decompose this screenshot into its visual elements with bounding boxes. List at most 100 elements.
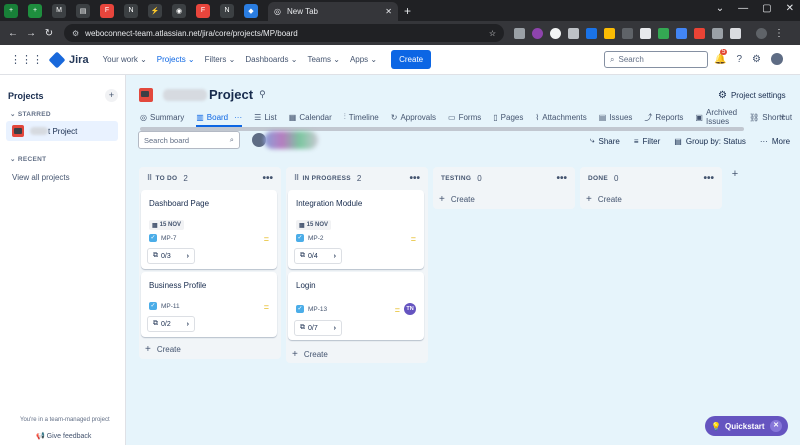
chevron-down-icon[interactable]: ⌄ xyxy=(716,3,724,14)
tab-forms[interactable]: ▭ Forms xyxy=(448,109,481,125)
gear-icon[interactable]: ⚙ xyxy=(752,54,761,65)
recent-section-header[interactable]: ⌄ RECENT xyxy=(10,155,46,163)
quickstart-button[interactable]: 💡 Quickstart ✕ xyxy=(705,416,788,436)
group-by-button[interactable]: ▤ Group by: Status xyxy=(674,137,746,146)
pinned-tab-n[interactable]: N xyxy=(124,3,138,18)
pin-icon[interactable]: ⚲ xyxy=(259,89,266,100)
minimize-icon[interactable]: — xyxy=(738,3,748,14)
subtasks-button[interactable]: ⧉ 0/7 › xyxy=(294,320,342,336)
extension-icon[interactable] xyxy=(712,27,723,39)
starred-section-header[interactable]: ⌄ STARRED xyxy=(10,110,51,118)
assignee-avatar[interactable]: TN xyxy=(404,303,416,315)
tab-archived-issues[interactable]: ▣ Archived Issues xyxy=(695,108,737,126)
pinned-tab-chrome[interactable]: ◉ xyxy=(172,3,186,18)
pinned-tab-app[interactable]: F xyxy=(100,3,114,18)
extension-icon[interactable] xyxy=(676,27,687,39)
create-issue-button[interactable]: + Create xyxy=(145,344,181,355)
close-tab-icon[interactable]: ✕ xyxy=(385,7,392,16)
tab-list[interactable]: ☰ List xyxy=(254,109,277,125)
pinned-tab-sheets-2[interactable]: + xyxy=(28,3,42,18)
new-tab-button[interactable]: + xyxy=(404,4,411,18)
issue-key[interactable]: ✓ MP-11 xyxy=(149,302,180,310)
reload-icon[interactable]: ↻ xyxy=(42,28,56,39)
app-switcher-icon[interactable]: ⋮⋮⋮ xyxy=(10,53,43,66)
column-menu-icon[interactable]: ••• xyxy=(703,173,714,184)
profile-avatar[interactable] xyxy=(756,27,767,39)
subtasks-button[interactable]: ⧉ 0/3 › xyxy=(147,248,195,264)
view-all-projects-link[interactable]: View all projects xyxy=(12,173,70,182)
url-bar[interactable]: ⚙ weboconnect-team.atlassian.net/jira/co… xyxy=(64,24,504,42)
extensions-puzzle-icon[interactable] xyxy=(730,27,741,39)
issue-card[interactable]: Integration Module ▦ 15 NOV ✓ MP-2 = ⧉ 0/4 › xyxy=(288,190,424,269)
extension-icon[interactable] xyxy=(550,27,561,39)
sidebar-item-starred-project[interactable]: t Project xyxy=(6,121,118,141)
subtasks-button[interactable]: ⧉ 0/2 › xyxy=(147,316,195,332)
extension-icon[interactable] xyxy=(532,27,543,39)
bookmark-star-icon[interactable]: ☆ xyxy=(489,29,496,38)
subtasks-button[interactable]: ⧉ 0/4 › xyxy=(294,248,342,264)
column-menu-icon[interactable]: ••• xyxy=(262,173,273,184)
active-browser-tab[interactable]: ◎ New Tab ✕ xyxy=(268,2,398,21)
extension-icon[interactable] xyxy=(658,27,669,39)
nav-apps[interactable]: Apps ⌄ xyxy=(350,55,377,64)
nav-filters[interactable]: Filters ⌄ xyxy=(205,55,236,64)
column-header[interactable]: ⠿ TO DO 2 ••• xyxy=(139,167,281,189)
member-avatars[interactable] xyxy=(250,131,318,149)
tab-reports[interactable]: ⤴ Reports xyxy=(644,109,683,125)
pinned-tab-bolt[interactable]: ⚡ xyxy=(148,3,162,18)
issue-key[interactable]: ✓ MP-13 xyxy=(296,305,327,313)
project-settings-button[interactable]: ⚙ Project settings xyxy=(718,90,786,101)
extension-icon[interactable] xyxy=(586,27,597,39)
pinned-tab-figma[interactable]: M xyxy=(52,3,66,18)
issue-key[interactable]: ✓ MP-7 xyxy=(149,234,177,242)
create-button[interactable]: Create xyxy=(391,50,432,69)
tab-more-icon[interactable]: ··· xyxy=(234,113,242,122)
tab-issues[interactable]: ▤ Issues xyxy=(599,109,633,125)
user-avatar[interactable] xyxy=(770,53,783,65)
nav-teams[interactable]: Teams ⌄ xyxy=(307,55,340,64)
issue-key[interactable]: ✓ MP-2 xyxy=(296,234,324,242)
tab-attachments[interactable]: ⌇ Attachments xyxy=(535,109,586,125)
browser-menu-icon[interactable]: ⋮ xyxy=(774,28,784,39)
drag-handle-icon[interactable]: ⠿ xyxy=(294,174,299,182)
add-tab-icon[interactable]: + xyxy=(780,109,786,125)
extension-icon[interactable] xyxy=(622,27,633,39)
column-menu-icon[interactable]: ••• xyxy=(409,173,420,184)
add-project-button[interactable]: + xyxy=(105,89,118,102)
close-window-icon[interactable]: ✕ xyxy=(786,3,794,14)
nav-projects[interactable]: Projects ⌄ xyxy=(157,55,195,64)
close-icon[interactable]: ✕ xyxy=(770,420,782,432)
pinned-tab-app-2[interactable]: F xyxy=(196,3,210,18)
add-column-button[interactable]: + xyxy=(728,168,742,182)
pinned-tab-n-2[interactable]: N xyxy=(220,3,234,18)
jira-logo[interactable]: Jira xyxy=(48,51,89,68)
issue-card[interactable]: Dashboard Page ▦ 15 NOV ✓ MP-7 = ⧉ 0/3 › xyxy=(141,190,277,269)
issue-card[interactable]: Business Profile ✓ MP-11 = ⧉ 0/2 › xyxy=(141,272,277,337)
extension-icon[interactable] xyxy=(640,27,651,39)
column-header[interactable]: DONE 0 ••• xyxy=(580,167,722,189)
nav-your-work[interactable]: Your work ⌄ xyxy=(103,55,147,64)
share-button[interactable]: ⤷ Share xyxy=(590,136,620,146)
pinned-tab-jira[interactable]: ◆ xyxy=(244,3,258,18)
extension-icon[interactable] xyxy=(604,27,615,39)
create-issue-button[interactable]: + Create xyxy=(292,349,328,360)
forward-icon[interactable]: → xyxy=(24,28,38,39)
help-icon[interactable]: ? xyxy=(736,54,742,65)
extension-icon[interactable] xyxy=(694,27,705,39)
site-info-icon[interactable]: ⚙ xyxy=(72,29,79,38)
pinned-tab-image[interactable]: ▤ xyxy=(76,3,90,18)
tab-board[interactable]: ▥ Board ··· xyxy=(196,109,242,127)
search-input[interactable]: ⌕ Search xyxy=(604,51,708,68)
tab-calendar[interactable]: ▦ Calendar xyxy=(289,109,332,125)
filter-button[interactable]: ≡ Filter xyxy=(634,137,660,146)
nav-dashboards[interactable]: Dashboards ⌄ xyxy=(245,55,297,64)
board-search-input[interactable]: Search board ⌕ xyxy=(138,131,240,149)
extension-icon[interactable] xyxy=(514,27,525,39)
more-button[interactable]: ··· More xyxy=(760,137,790,146)
column-menu-icon[interactable]: ••• xyxy=(556,173,567,184)
column-header[interactable]: ⠿ IN PROGRESS 2 ••• xyxy=(286,167,428,189)
tab-summary[interactable]: ◎ Summary xyxy=(140,109,184,125)
pinned-tab-sheets[interactable]: + xyxy=(4,3,18,18)
column-header[interactable]: TESTING 0 ••• xyxy=(433,167,575,189)
create-issue-button[interactable]: + Create xyxy=(439,194,475,205)
